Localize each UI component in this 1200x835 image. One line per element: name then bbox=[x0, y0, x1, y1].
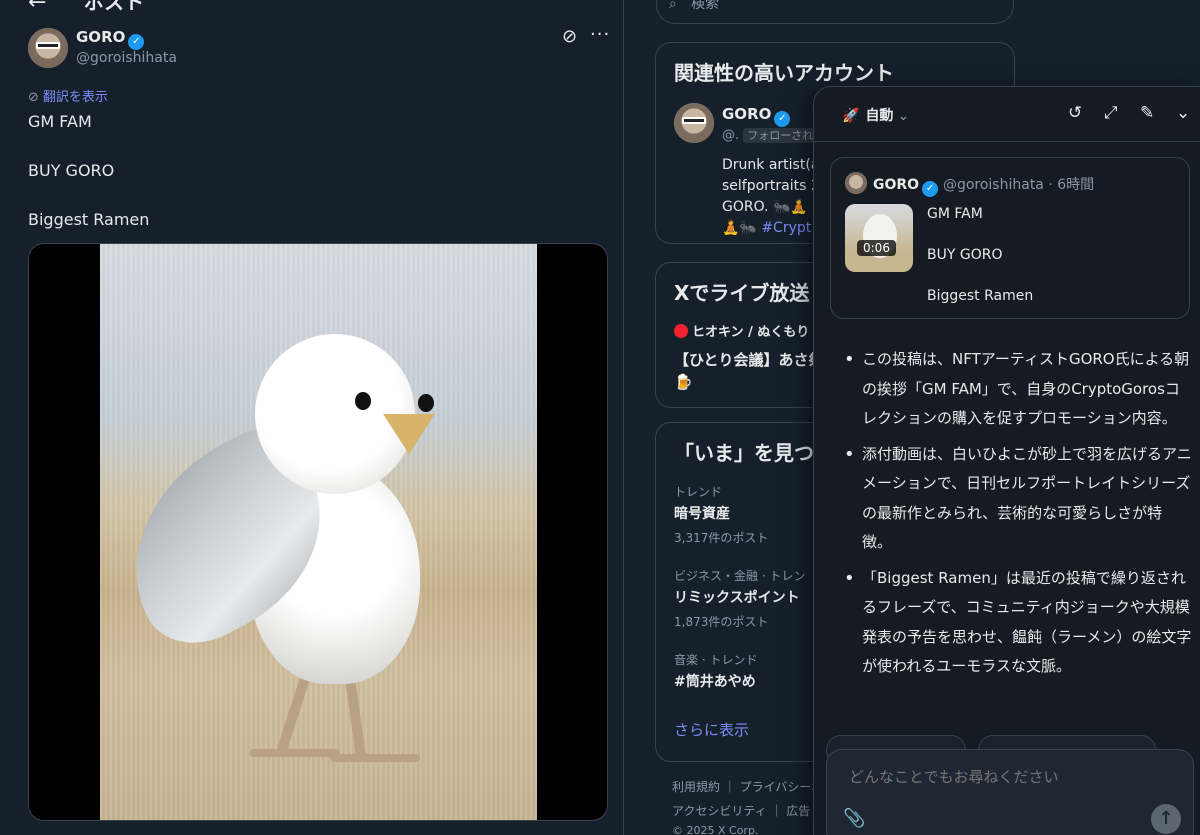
summary-item: 添付動画は、白いひよこが砂上で羽を広げるアニメーションで、日刊セルフポートレイト… bbox=[842, 440, 1192, 558]
quoted-text-line: BUY GORO bbox=[927, 247, 1003, 263]
live-broadcaster[interactable]: ヒオキン / ぬくもり bbox=[674, 321, 809, 340]
footer-links-row[interactable]: 利用規約 ｜ プライバシーポ bbox=[672, 778, 823, 795]
trend-name: #筒井あやめ bbox=[674, 674, 756, 690]
copyright: © 2025 X Corp. bbox=[672, 824, 759, 835]
trend-name: 暗号資産 bbox=[674, 506, 730, 522]
author-name-text: GORO bbox=[76, 28, 126, 46]
post-text-line: Biggest Ramen bbox=[28, 210, 150, 229]
related-account-bio: Drunk artist(a selfportraits 2 GORO. 🐜🧘 … bbox=[722, 155, 822, 239]
translate-icon: ⊘ bbox=[28, 90, 39, 105]
divider bbox=[814, 141, 1200, 142]
trend-item[interactable]: トレンド 暗号資産 3,317件のポスト bbox=[674, 483, 768, 546]
video-thumbnail[interactable]: 0:06 bbox=[845, 204, 913, 272]
grok-icon[interactable]: ⊘ bbox=[562, 26, 577, 47]
avatar bbox=[845, 172, 867, 194]
quoted-text-line: Biggest Ramen bbox=[927, 288, 1034, 304]
trend-item[interactable]: 音楽 · トレンド #筒井あやめ bbox=[674, 651, 757, 691]
grok-composer: 📎 ↑ bbox=[826, 749, 1194, 835]
quoted-post-author: GORO ✓ @goroishihata · 6時間 bbox=[873, 174, 1094, 197]
search-input[interactable]: ⌕ 検索 bbox=[656, 0, 1014, 24]
bio-line: Drunk artist(a bbox=[722, 157, 820, 173]
follows-you-badge: フォローされ bbox=[743, 128, 818, 143]
verified-badge-icon: ✓ bbox=[128, 34, 145, 50]
translate-label: 翻訳を表示 bbox=[42, 90, 108, 105]
quoted-post-meta: @goroishihata · 6時間 bbox=[942, 177, 1095, 193]
more-options-icon[interactable]: ··· bbox=[590, 24, 610, 45]
bio-hashtag-link[interactable]: #Crypt bbox=[761, 220, 811, 236]
author-handle[interactable]: @goroishihata bbox=[76, 50, 177, 66]
paperclip-icon[interactable]: 📎 bbox=[843, 808, 865, 829]
grok-summary-list: この投稿は、NFTアーティストGORO氏による朝の挨拶「GM FAM」で、自身の… bbox=[842, 345, 1192, 688]
bio-line: GORO. 🐜🧘 bbox=[722, 199, 808, 215]
footer-links-row[interactable]: アクセシビリティ ｜ 広告 bbox=[672, 802, 810, 819]
verified-badge-icon: ✓ bbox=[774, 111, 791, 127]
send-button[interactable]: ↑ bbox=[1151, 804, 1181, 834]
related-accounts-title: 関連性の高いアカウント bbox=[674, 61, 894, 85]
search-placeholder: 検索 bbox=[691, 0, 719, 12]
verified-badge-icon: ✓ bbox=[922, 181, 939, 197]
grok-prompt-input[interactable] bbox=[849, 768, 1169, 786]
quoted-post-card[interactable]: GORO ✓ @goroishihata · 6時間 0:06 GM FAM BU… bbox=[830, 157, 1190, 319]
trend-name: リミックスポイント bbox=[674, 590, 800, 606]
trend-count: 1,873件のポスト bbox=[674, 615, 769, 629]
trend-count: 3,317件のポスト bbox=[674, 531, 769, 545]
related-handle-text: @. bbox=[722, 128, 740, 143]
summary-item: 「Biggest Ramen」は最近の投稿で繰り返されるフレーズで、コミュニティ… bbox=[842, 564, 1192, 682]
trend-meta: 音楽 · トレンド bbox=[674, 653, 758, 667]
trend-meta: トレンド bbox=[674, 485, 723, 499]
live-stream-title[interactable]: 【ひとり会議】あさ祭🍺 bbox=[674, 349, 824, 393]
back-arrow-icon[interactable]: ← bbox=[28, 0, 46, 15]
history-icon[interactable]: ↺ bbox=[1068, 103, 1082, 123]
avatar[interactable] bbox=[28, 28, 68, 68]
rocket-icon: 🚀 bbox=[842, 108, 860, 124]
related-account-handle[interactable]: @. フォローされ bbox=[722, 127, 818, 143]
main-column: ← ポスト GORO ✓ @goroishihata ⊘ ··· ⊘ 翻訳を表示 G… bbox=[0, 0, 624, 835]
summary-item: この投稿は、NFTアーティストGORO氏による朝の挨拶「GM FAM」で、自身の… bbox=[842, 345, 1192, 434]
author-name[interactable]: GORO ✓ bbox=[76, 28, 145, 50]
chevron-down-icon: ⌄ bbox=[897, 108, 910, 124]
bio-line: selfportraits 2 bbox=[722, 178, 820, 194]
post-text-line: GM FAM bbox=[28, 112, 92, 131]
quoted-text-line: GM FAM bbox=[927, 206, 983, 222]
video-duration: 0:06 bbox=[857, 240, 896, 256]
live-card-title: Xでライブ放送 bbox=[674, 281, 810, 305]
expand-icon[interactable]: ⤢ bbox=[1104, 103, 1118, 123]
bio-emoji: 🧘🐜 bbox=[722, 220, 762, 236]
grok-panel: 🚀 自動 ⌄ ↺ ⤢ ✎ ⌄ GORO ✓ @goroishihata · 6時間 0… bbox=[813, 86, 1200, 835]
live-broadcaster-name: ヒオキン / ぬくもり bbox=[692, 325, 810, 340]
trend-meta: ビジネス・金融 · トレン bbox=[674, 569, 806, 583]
show-more-link[interactable]: さらに表示 bbox=[674, 719, 749, 740]
grok-mode-selector[interactable]: 🚀 自動 ⌄ bbox=[842, 105, 909, 125]
quoted-author-name: GORO bbox=[873, 177, 920, 193]
trends-title: 「いま」を見つ bbox=[674, 441, 814, 465]
post-video[interactable] bbox=[28, 243, 608, 821]
collapse-chevron-icon[interactable]: ⌄ bbox=[1176, 103, 1190, 123]
related-account-name[interactable]: GORO ✓ bbox=[722, 105, 791, 127]
grok-mode-label: 自動 bbox=[865, 108, 894, 124]
search-icon: ⌕ bbox=[669, 0, 677, 12]
page-title: ポスト bbox=[84, 0, 144, 14]
live-avatar-icon bbox=[674, 324, 688, 338]
post-text-line: BUY GORO bbox=[28, 161, 115, 180]
related-name-text: GORO bbox=[722, 105, 772, 123]
chick-painting-image bbox=[92, 244, 537, 820]
trend-item[interactable]: ビジネス・金融 · トレン リミックスポイント 1,873件のポスト bbox=[674, 567, 805, 630]
translate-link[interactable]: ⊘ 翻訳を表示 bbox=[28, 86, 108, 105]
new-chat-icon[interactable]: ✎ bbox=[1140, 103, 1154, 123]
